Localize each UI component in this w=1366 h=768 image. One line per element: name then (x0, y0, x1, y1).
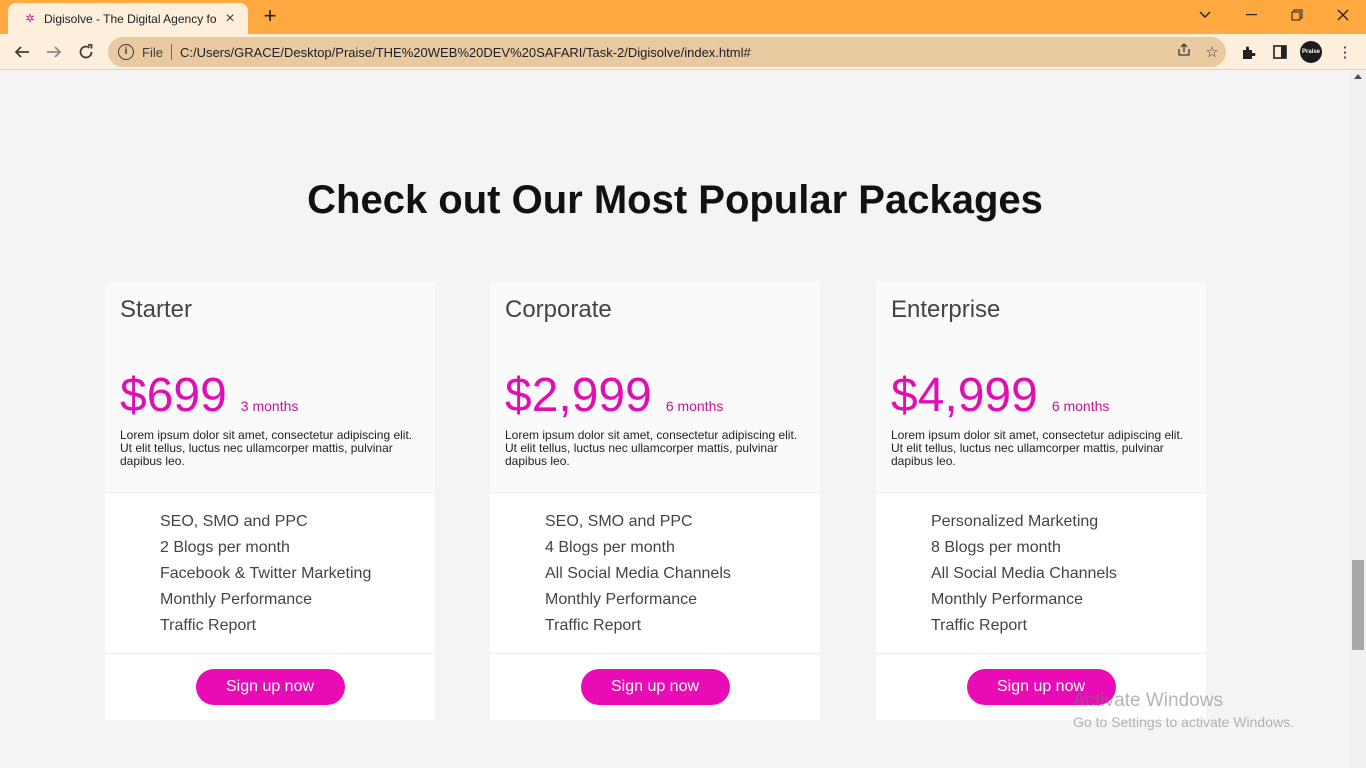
package-card-enterprise: Enterprise $4,999 6 months Lorem ipsum d… (876, 282, 1206, 720)
feature-item: Traffic Report (931, 617, 1028, 634)
feature-item: 8 Blogs per month (931, 539, 1061, 556)
package-name: Enterprise (891, 296, 1001, 323)
package-card-header: Starter $699 3 months Lorem ipsum dolor … (105, 282, 435, 493)
side-panel-icon[interactable] (1268, 40, 1292, 64)
section-heading: Check out Our Most Popular Packages (307, 178, 1043, 222)
feature-item: Traffic Report (545, 617, 642, 634)
feature-item: All Social Media Channels (931, 565, 1117, 582)
browser-tab-bar: ✲ Digisolve - The Digital Agency fo × + (0, 0, 1366, 34)
browser-toolbar: i File C:/Users/GRACE/Desktop/Praise/THE… (0, 34, 1366, 70)
minimize-button[interactable] (1228, 0, 1274, 30)
sign-up-button[interactable]: Sign up now (580, 669, 730, 705)
package-period: 6 months (665, 398, 724, 414)
package-period: 6 months (1051, 398, 1110, 414)
browser-menu-kebab-icon[interactable]: ⋮ (1333, 40, 1357, 64)
watermark-subtitle: Go to Settings to activate Windows. (1073, 714, 1294, 730)
feature-list: SEO, SMO and PPC 2 Blogs per month Faceb… (105, 493, 435, 654)
page-scrollbar[interactable] (1350, 70, 1366, 768)
feature-item: Monthly Performance (160, 591, 313, 608)
address-bar[interactable]: i File C:/Users/GRACE/Desktop/Praise/THE… (108, 37, 1226, 67)
feature-item: Personalized Marketing (931, 513, 1099, 530)
sign-up-button[interactable]: Sign up now (195, 669, 345, 705)
package-description: Lorem ipsum dolor sit amet, consectetur … (891, 428, 1184, 468)
feature-item: Facebook & Twitter Marketing (160, 565, 372, 582)
back-button[interactable] (8, 38, 36, 66)
url-scheme: File (142, 44, 163, 60)
scroll-up-arrow-icon[interactable] (1354, 74, 1362, 79)
package-name: Corporate (505, 296, 612, 323)
feature-list: Personalized Marketing 8 Blogs per month… (876, 493, 1206, 654)
feature-item: Monthly Performance (931, 591, 1084, 608)
package-price: $2,999 (505, 369, 652, 422)
profile-avatar[interactable]: Praise (1300, 41, 1322, 63)
tab-title: Digisolve - The Digital Agency fo (44, 11, 217, 26)
price-row: $2,999 6 months (505, 368, 805, 423)
feature-item: Traffic Report (160, 617, 257, 634)
site-favicon-icon: ✲ (25, 13, 35, 25)
feature-item: 4 Blogs per month (545, 539, 675, 556)
feature-item: SEO, SMO and PPC (160, 513, 308, 530)
package-price: $4,999 (891, 369, 1038, 422)
bookmark-star-icon[interactable]: ☆ (1198, 43, 1226, 61)
browser-tab[interactable]: ✲ Digisolve - The Digital Agency fo × (8, 3, 248, 34)
feature-item: Monthly Performance (545, 591, 698, 608)
feature-list: SEO, SMO and PPC 4 Blogs per month All S… (490, 493, 820, 654)
package-card-starter: Starter $699 3 months Lorem ipsum dolor … (105, 282, 435, 720)
package-name: Starter (120, 296, 193, 323)
package-description: Lorem ipsum dolor sit amet, consectetur … (120, 428, 413, 468)
new-tab-button[interactable]: + (258, 5, 282, 28)
tab-close-icon[interactable]: × (222, 10, 238, 27)
site-info-icon[interactable]: i (118, 44, 134, 60)
feature-item: SEO, SMO and PPC (545, 513, 693, 530)
close-window-button[interactable] (1320, 0, 1366, 30)
package-card-header: Enterprise $4,999 6 months Lorem ipsum d… (876, 282, 1206, 493)
package-period: 3 months (240, 398, 299, 414)
watermark-title: Activate Windows (1073, 690, 1223, 711)
package-card-footer: Sign up now (105, 654, 435, 720)
package-card-header: Corporate $2,999 6 months Lorem ipsum do… (490, 282, 820, 493)
reload-button[interactable] (72, 38, 100, 66)
extensions-puzzle-icon[interactable] (1236, 40, 1260, 64)
package-price: $699 (120, 369, 227, 422)
scrollbar-thumb[interactable] (1352, 560, 1364, 650)
forward-button[interactable] (40, 38, 68, 66)
url-separator (170, 44, 172, 60)
price-row: $4,999 6 months (891, 368, 1191, 423)
package-card-corporate: Corporate $2,999 6 months Lorem ipsum do… (490, 282, 820, 720)
price-row: $699 3 months (120, 368, 420, 423)
package-description: Lorem ipsum dolor sit amet, consectetur … (505, 428, 798, 468)
windows-activation-watermark: Activate Windows Go to Settings to activ… (1073, 690, 1294, 730)
tab-search-chevron-icon[interactable] (1182, 0, 1228, 30)
feature-item: 2 Blogs per month (160, 539, 290, 556)
share-icon[interactable] (1170, 43, 1198, 61)
url-text[interactable]: C:/Users/GRACE/Desktop/Praise/THE%20WEB%… (180, 45, 1170, 60)
restore-button[interactable] (1274, 0, 1320, 30)
package-card-footer: Sign up now (490, 654, 820, 720)
feature-item: All Social Media Channels (545, 565, 731, 582)
